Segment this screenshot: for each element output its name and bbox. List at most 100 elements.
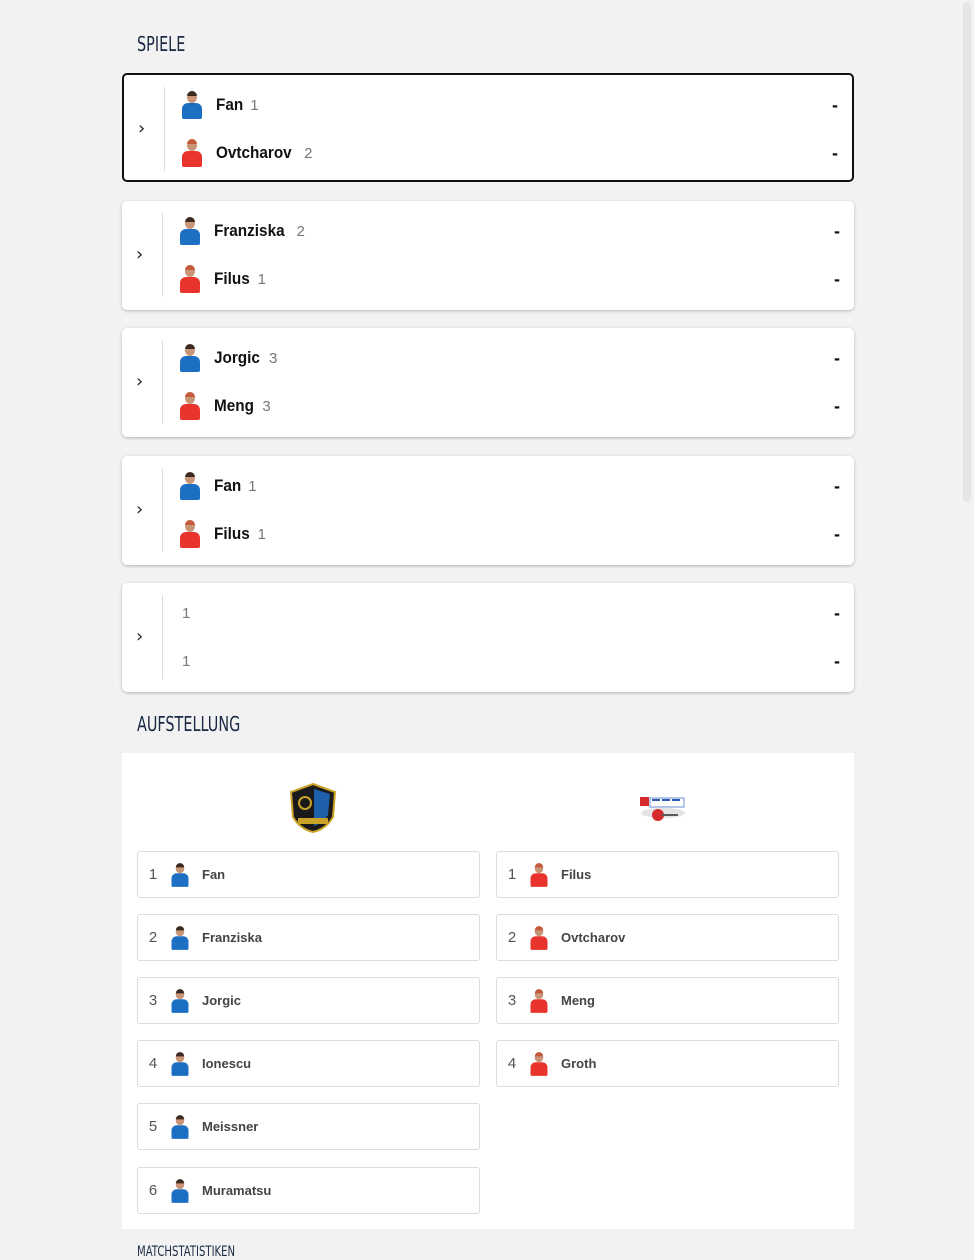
- score: -: [834, 347, 840, 368]
- section-title-lineup: AUFSTELLUNG: [137, 712, 241, 736]
- chevron-right-icon[interactable]: ›: [136, 627, 150, 647]
- player-seed: 1: [250, 96, 259, 114]
- lineup-number: 2: [148, 929, 158, 946]
- player-row-home: Jorgic 3 -: [178, 343, 840, 373]
- lineup-player-card[interactable]: 3 Jorgic: [137, 977, 480, 1024]
- lineup-name: Groth: [561, 1056, 597, 1071]
- player-seed: 1: [257, 270, 267, 288]
- lineup-name: Filus: [561, 867, 592, 882]
- divider: [162, 340, 163, 424]
- chevron-right-icon[interactable]: ›: [138, 119, 152, 139]
- player-avatar: [529, 862, 549, 887]
- player-row-away: 1 -: [178, 646, 840, 676]
- player-name: Jorgic: [214, 348, 260, 367]
- chevron-right-icon[interactable]: ›: [136, 245, 150, 265]
- match-card[interactable]: › Franziska 2 - Filus 1 -: [122, 201, 854, 310]
- player-row-away: Ovtcharov 2 -: [180, 138, 838, 168]
- score: -: [832, 142, 838, 163]
- player-name: Ovtcharov: [216, 143, 292, 162]
- lineup-player-card[interactable]: 5 Meissner: [137, 1103, 480, 1150]
- lineup-name: Meissner: [202, 1119, 259, 1134]
- player-avatar: [178, 520, 202, 548]
- divider: [162, 595, 163, 679]
- lineup-name: Franziska: [202, 930, 262, 945]
- player-avatar: [178, 265, 202, 293]
- player-avatar: [529, 988, 549, 1013]
- lineup-number: 2: [507, 929, 517, 946]
- player-seed: 1: [257, 525, 267, 543]
- player-avatar: [170, 1114, 190, 1139]
- player-row-away: Meng 3 -: [178, 391, 840, 421]
- lineup-number: 3: [507, 992, 517, 1009]
- player-avatar: [529, 1051, 549, 1076]
- player-name: Filus: [214, 524, 250, 543]
- player-avatar: [178, 472, 202, 500]
- player-avatar: [170, 1178, 190, 1203]
- lineup-player-card[interactable]: 1 Filus: [496, 851, 839, 898]
- player-row-away: Filus 1 -: [178, 264, 840, 294]
- lineup-player-card[interactable]: 4 Ionescu: [137, 1040, 480, 1087]
- player-name: Franziska: [214, 221, 285, 240]
- chevron-right-icon[interactable]: ›: [136, 372, 150, 392]
- match-card[interactable]: › 1 - 1 -: [122, 583, 854, 692]
- lineup-name: Fan: [202, 867, 226, 882]
- section-title-stats: MATCHSTATISTIKEN: [137, 1244, 236, 1260]
- match-card[interactable]: › Jorgic 3 - Meng 3 -: [122, 328, 854, 437]
- player-avatar: [178, 392, 202, 420]
- score: -: [834, 268, 840, 289]
- scrollbar-thumb[interactable]: [963, 2, 971, 502]
- match-card[interactable]: › Fan 1 - Filus 1 -: [122, 456, 854, 565]
- score: -: [834, 523, 840, 544]
- player-seed: 2: [296, 222, 305, 240]
- lineup-player-card[interactable]: 1 Fan: [137, 851, 480, 898]
- lineup-number: 6: [148, 1182, 158, 1199]
- player-row-home: 1 -: [178, 598, 840, 628]
- player-row-away: Filus 1 -: [178, 519, 840, 549]
- score: -: [832, 94, 838, 115]
- player-seed: 2: [304, 144, 313, 162]
- lineup-number: 4: [507, 1055, 517, 1072]
- lineup-number: 5: [148, 1118, 158, 1135]
- away-team-logo: [640, 797, 685, 821]
- player-avatar: [170, 1051, 190, 1076]
- player-seed: 1: [182, 652, 191, 670]
- scrollbar[interactable]: [960, 0, 974, 1255]
- score: -: [834, 395, 840, 416]
- player-name: Fan: [214, 476, 242, 495]
- lineup-player-card[interactable]: 4 Groth: [496, 1040, 839, 1087]
- player-seed: 3: [269, 349, 278, 367]
- lineup-player-card[interactable]: 2 Ovtcharov: [496, 914, 839, 961]
- lineup-player-card[interactable]: 6 Muramatsu: [137, 1167, 480, 1214]
- lineup-number: 1: [148, 866, 158, 883]
- player-avatar: [178, 217, 202, 245]
- score: -: [834, 475, 840, 496]
- score: -: [834, 602, 840, 623]
- player-row-home: Franziska 2 -: [178, 216, 840, 246]
- lineup-name: Ionescu: [202, 1056, 252, 1071]
- player-avatar: [170, 988, 190, 1013]
- lineup-name: Ovtcharov: [561, 930, 626, 945]
- lineup-name: Jorgic: [202, 993, 242, 1008]
- player-seed: 1: [248, 477, 257, 495]
- match-card[interactable]: › Fan 1 - Ovtcharov 2 -: [122, 73, 854, 182]
- player-row-home: Fan 1 -: [178, 471, 840, 501]
- divider: [164, 87, 165, 171]
- lineup-name: Muramatsu: [202, 1183, 272, 1198]
- player-name: Meng: [214, 396, 254, 415]
- lineup-name: Meng: [561, 993, 595, 1008]
- player-avatar: [178, 344, 202, 372]
- player-avatar: [170, 862, 190, 887]
- lineup-number: 4: [148, 1055, 158, 1072]
- player-row-home: Fan 1 -: [180, 90, 838, 120]
- player-name: Filus: [214, 269, 250, 288]
- chevron-right-icon[interactable]: ›: [136, 500, 150, 520]
- player-avatar: [170, 925, 190, 950]
- divider: [162, 468, 163, 552]
- divider: [162, 213, 163, 297]
- lineup-panel: 1 Fan 2 Franziska 3 Jorgic 4 Ionescu 5 M…: [122, 753, 854, 1229]
- lineup-number: 3: [148, 992, 158, 1009]
- lineup-player-card[interactable]: 2 Franziska: [137, 914, 480, 961]
- section-title-games: SPIELE: [137, 32, 186, 56]
- score: -: [834, 650, 840, 671]
- lineup-player-card[interactable]: 3 Meng: [496, 977, 839, 1024]
